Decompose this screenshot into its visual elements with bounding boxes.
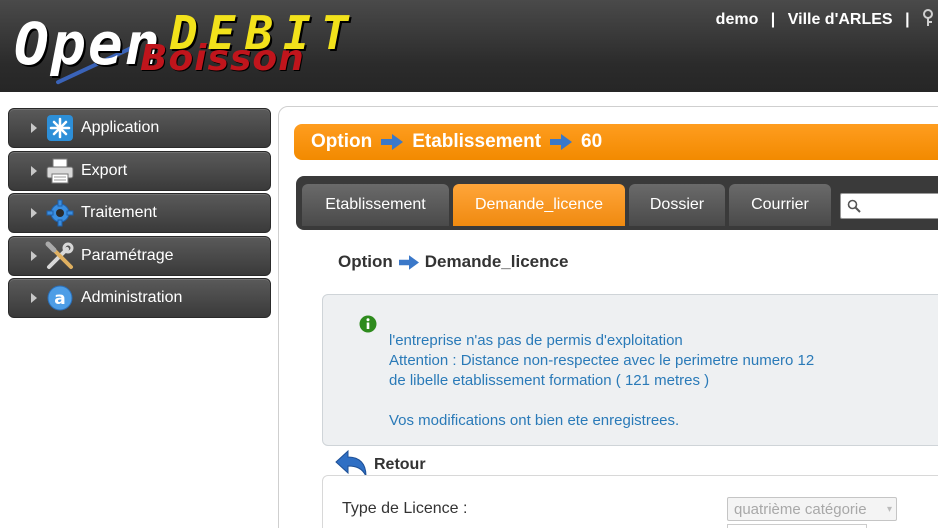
sidebar-item-export[interactable]: Export <box>8 150 271 191</box>
nav-separator: | <box>905 11 910 28</box>
page-title-breadcrumb: Option Etablissement 60 <box>294 124 938 160</box>
tab-etablissement[interactable]: Etablissement <box>302 184 449 226</box>
expand-arrow-icon <box>31 123 37 133</box>
expand-arrow-icon <box>31 250 37 261</box>
sidebar-item-administration[interactable]: a Administration <box>8 278 271 318</box>
message-line: de libelle etablissement formation ( 121… <box>389 372 710 389</box>
chevron-down-icon: ▾ <box>886 504 892 515</box>
subheading-option: Option <box>338 252 393 271</box>
subheading-demande-licence: Demande_licence <box>424 252 569 271</box>
sidebar-menu: Application Export Traitement Paramétrag… <box>8 108 271 321</box>
message-line: Vos modifications ont bien ete enregistr… <box>389 412 680 429</box>
breadcrumb-etablissement[interactable]: Etablissement <box>412 131 541 153</box>
app-logo[interactable]: Open DEBIT Boisson <box>12 4 372 90</box>
tab-demande-licence[interactable]: Demande_licence <box>453 184 625 226</box>
type-licence-select[interactable]: quatrième catégorie ▾ <box>727 497 897 521</box>
user-nav: demo | Ville d'ARLES | <box>714 9 938 29</box>
message-line: l'entreprise n'as pas de permis d'exploi… <box>389 332 683 349</box>
search-input[interactable] <box>840 193 938 219</box>
sidebar-item-label: Traitement <box>81 204 157 221</box>
info-message-box: l'entreprise n'as pas de permis d'exploi… <box>322 294 938 446</box>
message-line: Attention : Distance non-respectee avec … <box>389 352 815 369</box>
breadcrumb-arrow-icon <box>550 134 573 150</box>
tools-icon <box>45 241 75 271</box>
expand-arrow-icon <box>31 293 37 303</box>
tab-dossier[interactable]: Dossier <box>629 184 725 226</box>
city-name[interactable]: Ville d'ARLES <box>788 11 893 28</box>
key-icon[interactable] <box>922 9 936 27</box>
svg-text:a: a <box>54 289 65 309</box>
sidebar-item-application[interactable]: Application <box>8 108 271 148</box>
breadcrumb-record-id: 60 <box>581 131 603 152</box>
next-field[interactable] <box>727 524 867 528</box>
sidebar-item-parametrage[interactable]: Paramétrage <box>8 235 271 276</box>
application-star-icon <box>45 113 75 143</box>
app-header: Open DEBIT Boisson demo | Ville d'ARLES … <box>0 0 938 92</box>
sidebar-item-traitement[interactable]: Traitement <box>8 193 271 233</box>
section-heading: Option Demande_licence <box>338 252 568 272</box>
back-label: Retour <box>374 456 426 473</box>
admin-a-icon: a <box>45 283 75 313</box>
logo-boisson-text: Boisson <box>140 38 305 79</box>
tab-courrier[interactable]: Courrier <box>729 184 831 226</box>
tabs: Etablissement Demande_licence Dossier Co… <box>302 184 835 226</box>
message-line <box>389 391 814 411</box>
user-name[interactable]: demo <box>716 11 759 28</box>
sidebar-item-label: Application <box>81 119 160 136</box>
nav-separator: | <box>770 11 776 28</box>
type-licence-value: quatrième catégorie <box>734 500 867 518</box>
gear-icon <box>45 198 75 228</box>
sidebar-item-label: Administration <box>81 289 183 306</box>
expand-arrow-icon <box>31 165 37 176</box>
info-icon <box>359 315 377 333</box>
printer-icon <box>45 156 75 186</box>
sidebar-item-label: Export <box>81 161 128 179</box>
sidebar-item-label: Paramétrage <box>81 246 174 264</box>
type-licence-label: Type de Licence : <box>342 500 468 517</box>
search-icon <box>847 199 861 213</box>
breadcrumb-option[interactable]: Option <box>311 131 372 153</box>
breadcrumb-arrow-icon <box>381 134 404 150</box>
breadcrumb-arrow-icon <box>398 254 419 270</box>
expand-arrow-icon <box>31 208 37 218</box>
